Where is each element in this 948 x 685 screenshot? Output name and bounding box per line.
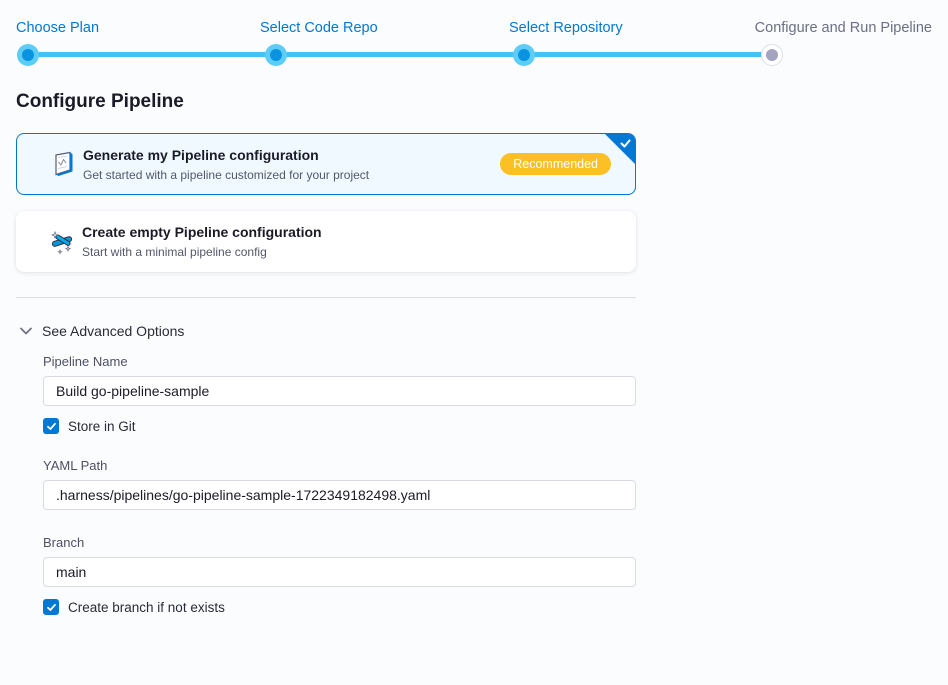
branch-input[interactable] xyxy=(43,557,636,587)
option-card-generate-pipeline[interactable]: Generate my Pipeline configuration Get s… xyxy=(16,133,636,195)
step-dot-select-code-repo[interactable] xyxy=(265,44,287,66)
yaml-path-label: YAML Path xyxy=(43,458,107,473)
recommended-badge: Recommended xyxy=(500,153,611,175)
pipeline-name-input[interactable] xyxy=(43,376,636,406)
magic-wand-icon xyxy=(46,226,78,258)
step-dot-core xyxy=(518,49,530,61)
step-dot-core xyxy=(766,49,778,61)
step-dot-core xyxy=(22,49,34,61)
yaml-path-input[interactable] xyxy=(43,480,636,510)
step-configure-run-pipeline: Configure and Run Pipeline xyxy=(755,20,932,36)
advanced-options-label: See Advanced Options xyxy=(42,323,184,339)
create-branch-label: Create branch if not exists xyxy=(68,600,225,615)
card-title: Create empty Pipeline configuration xyxy=(82,224,322,240)
pipeline-name-label: Pipeline Name xyxy=(43,354,128,369)
step-dot-select-repository[interactable] xyxy=(513,44,535,66)
step-dot-core xyxy=(270,49,282,61)
card-text-block: Create empty Pipeline configuration Star… xyxy=(82,224,322,259)
step-choose-plan[interactable]: Choose Plan xyxy=(16,20,99,36)
store-in-git-label: Store in Git xyxy=(68,419,136,434)
pipeline-config-icon xyxy=(47,148,79,180)
chevron-down-icon xyxy=(18,323,34,339)
stepper-progress-line xyxy=(28,52,772,57)
step-dot-configure-run xyxy=(761,44,783,66)
page-title: Configure Pipeline xyxy=(16,91,184,113)
card-subtitle: Start with a minimal pipeline config xyxy=(82,245,322,259)
card-text-block: Generate my Pipeline configuration Get s… xyxy=(83,147,369,182)
create-branch-checkbox[interactable] xyxy=(43,599,59,615)
card-title: Generate my Pipeline configuration xyxy=(83,147,369,163)
card-subtitle: Get started with a pipeline customized f… xyxy=(83,168,369,182)
store-in-git-row: Store in Git xyxy=(43,418,136,434)
store-in-git-checkbox[interactable] xyxy=(43,418,59,434)
option-card-empty-pipeline[interactable]: Create empty Pipeline configuration Star… xyxy=(16,211,636,272)
advanced-options-toggle[interactable]: See Advanced Options xyxy=(18,323,184,339)
step-dot-choose-plan[interactable] xyxy=(17,44,39,66)
create-branch-row: Create branch if not exists xyxy=(43,599,225,615)
branch-label: Branch xyxy=(43,535,84,550)
configure-pipeline-page: Choose Plan Select Code Repo Select Repo… xyxy=(0,0,948,685)
step-select-repository[interactable]: Select Repository xyxy=(509,20,623,36)
section-divider xyxy=(16,297,636,298)
step-select-code-repo[interactable]: Select Code Repo xyxy=(260,20,378,36)
